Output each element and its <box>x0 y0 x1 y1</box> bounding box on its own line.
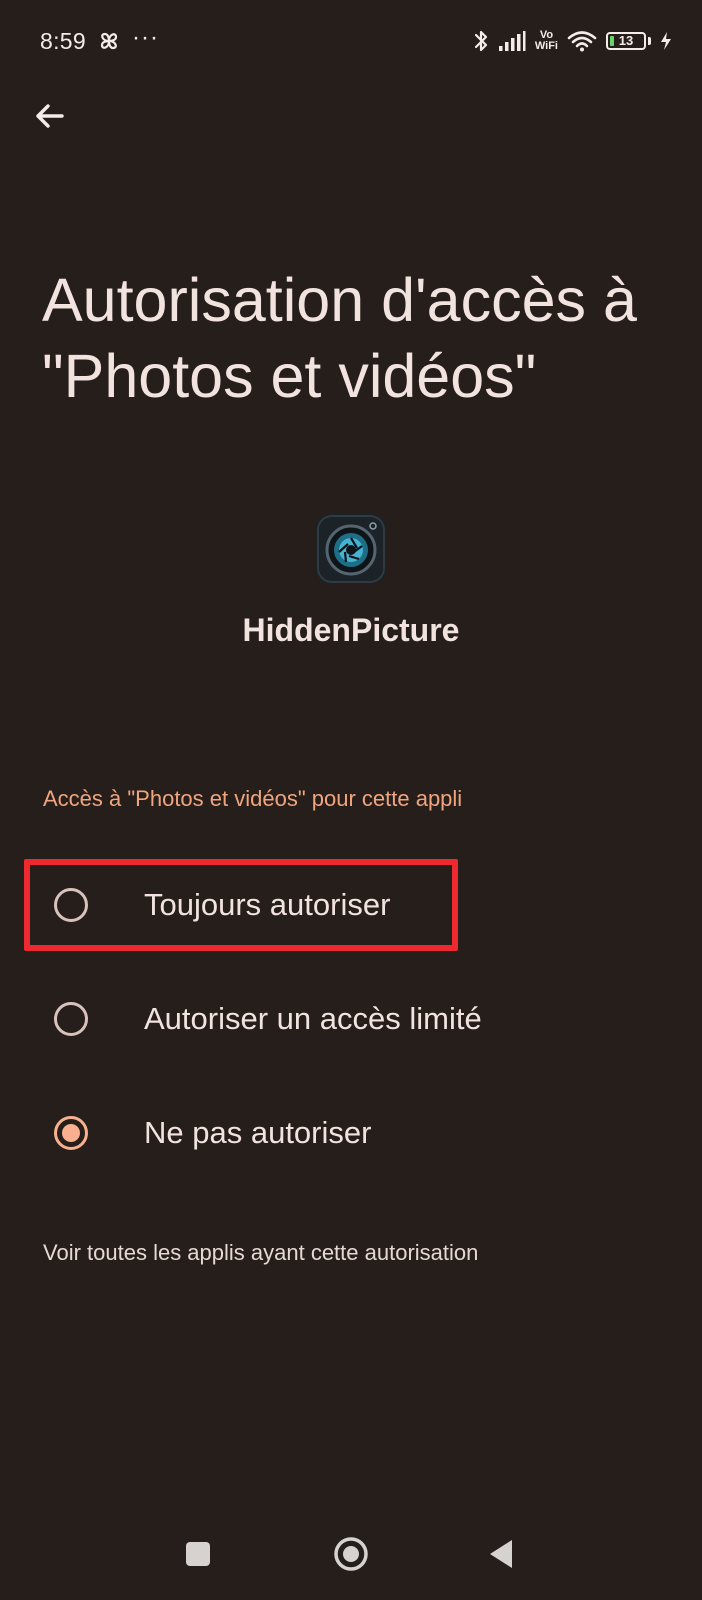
recents-square-icon[interactable] <box>176 1532 220 1576</box>
back-triangle-icon[interactable] <box>480 1532 524 1576</box>
option-label: Ne pas autoriser <box>144 1115 372 1150</box>
pinwheel-icon <box>100 32 118 50</box>
home-circle-icon[interactable] <box>329 1532 373 1576</box>
radio-unchecked-icon[interactable] <box>54 888 88 922</box>
vowifi-icon: Vo WiFi <box>535 30 558 52</box>
option-label: Autoriser un accès limité <box>144 1001 482 1036</box>
see-all-apps-link[interactable]: Voir toutes les applis ayant cette autor… <box>43 1240 478 1266</box>
radio-dot <box>62 1124 80 1142</box>
wifi-icon <box>567 31 597 52</box>
radio-ring <box>54 888 88 922</box>
charging-icon <box>661 32 671 50</box>
overflow-dots: ··· <box>132 24 159 51</box>
navigation-bar <box>0 1520 702 1600</box>
option-label: Toujours autoriser <box>144 887 391 922</box>
radio-ring <box>54 1002 88 1036</box>
option-deny[interactable]: Ne pas autoriser <box>30 1090 650 1176</box>
section-header: Accès à "Photos et vidéos" pour cette ap… <box>43 786 463 811</box>
radio-unchecked-icon[interactable] <box>54 1002 88 1036</box>
status-icons: Vo WiFi 13 <box>473 26 672 56</box>
battery-level: 13 <box>618 33 634 48</box>
radio-checked-icon[interactable] <box>54 1116 88 1150</box>
status-time: 8:59 <box>40 28 86 54</box>
option-always-allow[interactable]: Toujours autoriser <box>30 862 650 948</box>
bluetooth-icon <box>474 30 487 52</box>
camera-aperture-icon <box>316 514 386 584</box>
vowifi-bottom: WiFi <box>534 40 558 52</box>
battery-icon: 13 <box>606 32 646 50</box>
signal-icon <box>498 31 526 51</box>
option-limited-access[interactable]: Autoriser un accès limité <box>30 976 650 1062</box>
page-title: Autorisation d'accès à "Photos et vidéos… <box>42 266 637 410</box>
arrow-left-icon[interactable] <box>28 94 72 138</box>
app-name: HiddenPicture <box>242 612 460 648</box>
battery-cap <box>648 37 651 45</box>
status-bar: 8:59 ··· Vo WiFi 13 <box>0 0 702 84</box>
